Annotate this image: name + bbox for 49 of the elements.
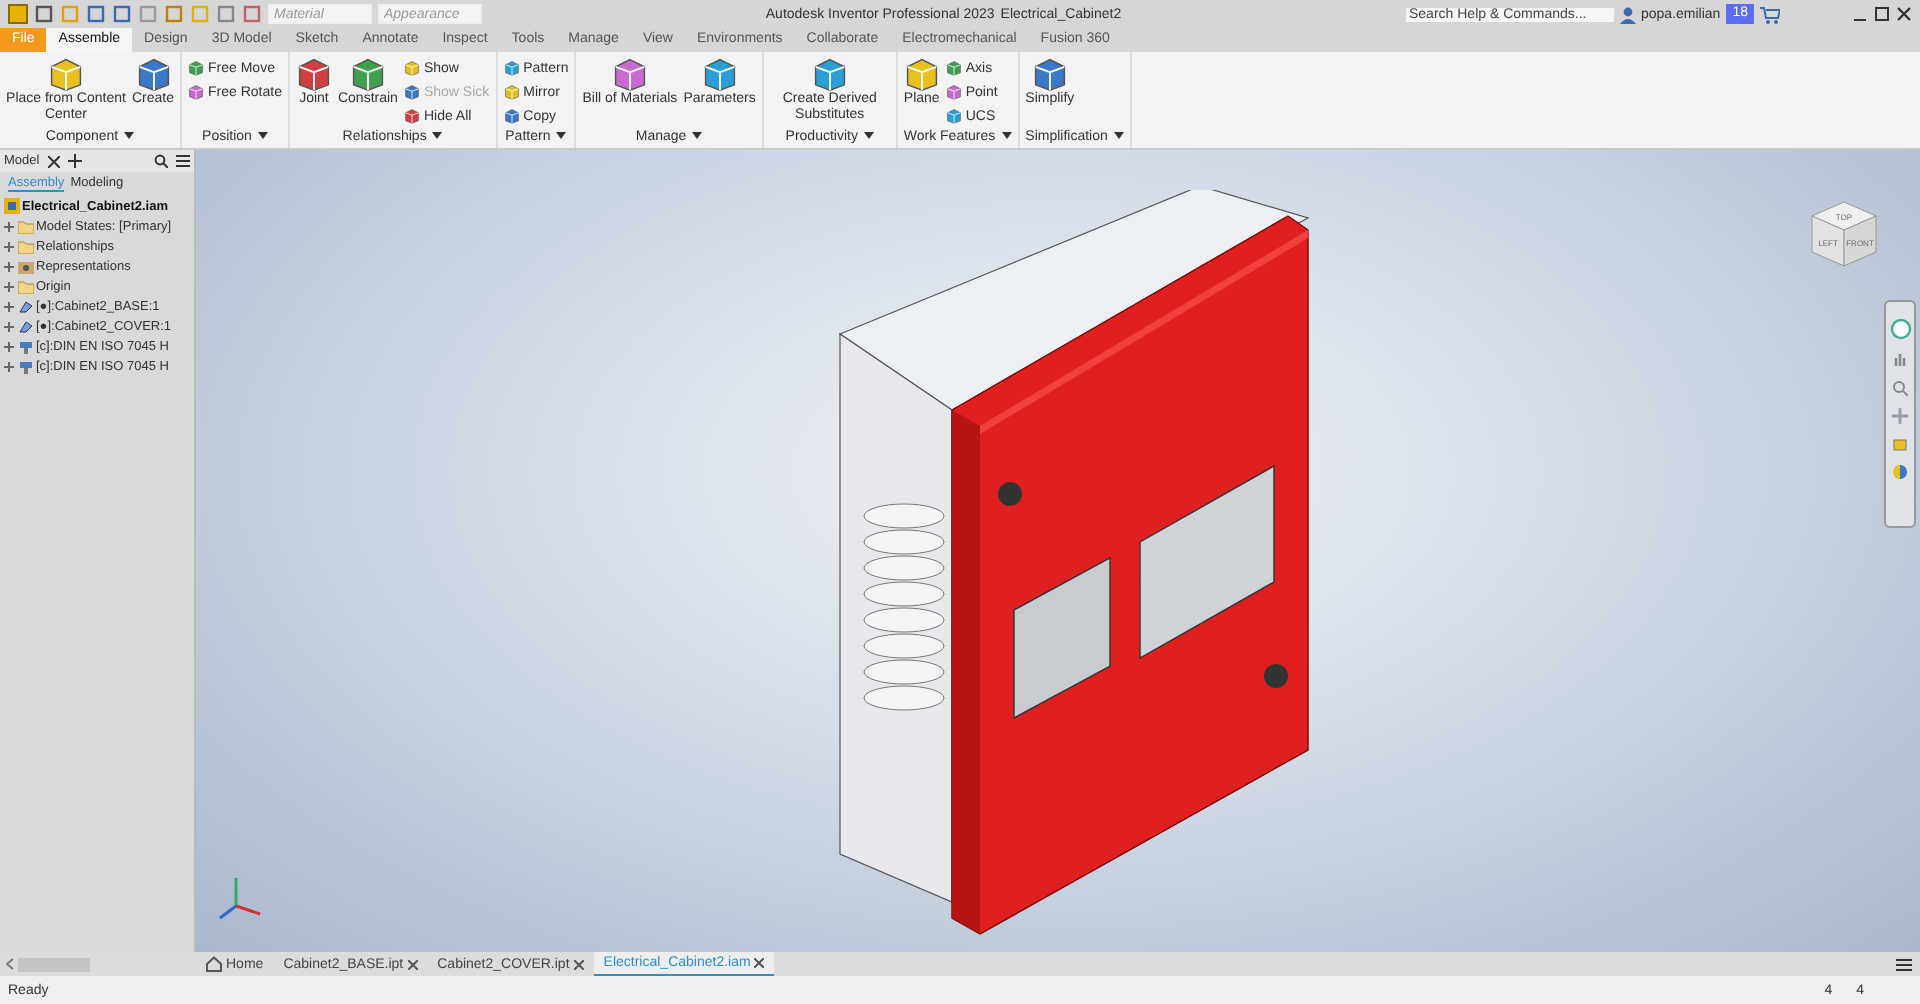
cube-icon <box>188 60 205 76</box>
expand-icon[interactable] <box>4 241 14 251</box>
scrollbar-thumb[interactable] <box>18 957 90 971</box>
caret-icon <box>1001 132 1012 140</box>
scroll-left-icon[interactable] <box>6 958 14 970</box>
close-icon[interactable] <box>47 155 60 167</box>
caret-icon <box>257 132 268 140</box>
search-icon[interactable] <box>154 154 168 168</box>
cube-icon <box>945 84 962 100</box>
screw-icon <box>18 359 34 373</box>
assembly-icon <box>4 198 20 214</box>
folder-icon <box>18 279 34 293</box>
expand-icon[interactable] <box>4 301 14 311</box>
close-icon[interactable] <box>407 959 418 969</box>
zoom-icon[interactable] <box>1892 380 1908 396</box>
cube-icon <box>403 84 420 100</box>
maximize-icon[interactable] <box>1874 6 1890 22</box>
caret-icon <box>432 132 443 140</box>
expand-icon[interactable] <box>4 221 14 231</box>
caret-icon <box>692 132 703 140</box>
expand-icon[interactable] <box>4 321 14 331</box>
user-icon <box>1619 5 1635 23</box>
cube-icon <box>188 84 205 100</box>
close-icon[interactable] <box>1896 6 1912 22</box>
caret-icon <box>556 132 567 140</box>
home-icon <box>206 956 222 972</box>
close-icon[interactable] <box>754 958 765 968</box>
app-logo[interactable] <box>8 4 28 24</box>
cube-icon <box>945 60 962 76</box>
plus-icon[interactable] <box>67 154 82 168</box>
cart-icon[interactable] <box>1760 5 1780 23</box>
expand-icon[interactable] <box>4 261 14 271</box>
caret-icon <box>863 132 874 140</box>
cube-icon <box>403 60 420 76</box>
caret-icon <box>124 132 135 140</box>
expand-icon[interactable] <box>4 361 14 371</box>
screw-icon <box>18 339 34 353</box>
caret-icon <box>1113 132 1124 140</box>
menu-icon[interactable] <box>176 154 190 168</box>
cube-icon <box>403 108 420 124</box>
close-icon[interactable] <box>573 959 584 969</box>
cube-icon <box>503 108 520 124</box>
menu-icon[interactable] <box>1896 957 1912 971</box>
cube-icon <box>945 108 962 124</box>
expand-icon[interactable] <box>4 281 14 291</box>
cube-icon <box>503 84 520 100</box>
camera-icon <box>18 259 34 273</box>
expand-icon[interactable] <box>4 341 14 351</box>
cube-icon <box>503 60 520 76</box>
